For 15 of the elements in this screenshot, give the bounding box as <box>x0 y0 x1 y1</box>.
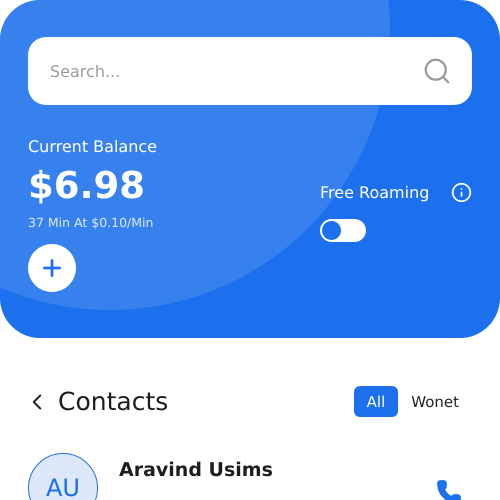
info-icon[interactable] <box>451 182 472 203</box>
contact-name: Aravind Usims <box>119 459 274 481</box>
rate-text: 37 Min At $0.10/Min <box>28 215 154 230</box>
phone-icon[interactable] <box>436 479 462 500</box>
roaming-label: Free Roaming <box>320 183 430 202</box>
contact-avatar: AU <box>28 453 98 500</box>
balance-amount: $6.98 <box>28 164 146 207</box>
contacts-title: Contacts <box>58 387 170 416</box>
roaming-toggle[interactable] <box>320 219 366 242</box>
search-field[interactable]: Search... <box>48 60 422 82</box>
filter-tab[interactable]: Wonet <box>398 386 472 417</box>
search-bar[interactable]: Search... <box>28 37 472 105</box>
filter-tab[interactable]: All <box>354 386 398 417</box>
search-icon[interactable] <box>422 56 452 86</box>
balance-label: Current Balance <box>28 137 157 156</box>
